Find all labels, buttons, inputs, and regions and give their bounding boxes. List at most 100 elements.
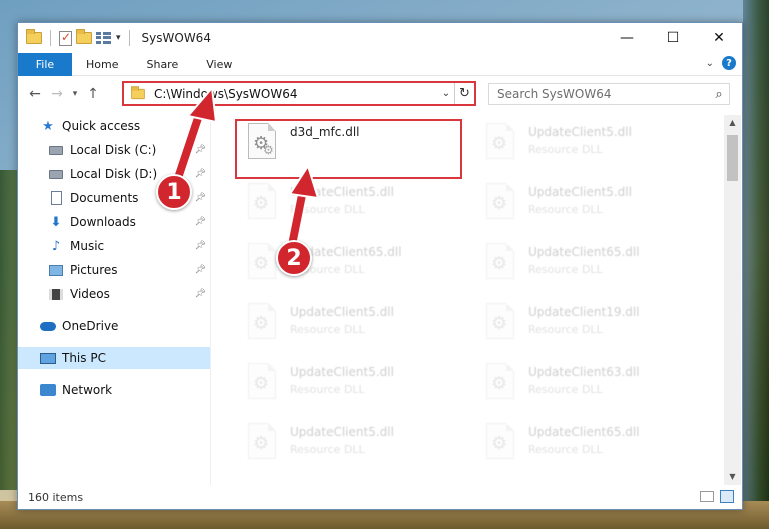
pin-icon[interactable]: 📌︎: [195, 289, 206, 299]
sidebar-item-label: Music: [70, 239, 105, 253]
window-title: SysWOW64: [141, 31, 211, 45]
search-placeholder: Search SysWOW64: [497, 87, 612, 101]
customize-toolbar-chevron-icon[interactable]: ▾: [116, 33, 121, 43]
file-name: UpdateClient63.dll: [528, 365, 640, 379]
sidebar-item-label: Quick access: [62, 119, 141, 133]
sidebar-item-label: Local Disk (C:): [70, 143, 157, 157]
minimize-button[interactable]: —: [604, 23, 650, 53]
search-icon[interactable]: ⌕: [709, 87, 729, 102]
file-name: UpdateClient19.dll: [528, 305, 640, 319]
list-item[interactable]: ⚙ UpdateClient65.dll Resource DLL: [476, 419, 706, 471]
tab-view[interactable]: View: [192, 53, 246, 76]
sidebar-item-pictures[interactable]: Pictures 📌︎: [48, 259, 210, 281]
properties-icon[interactable]: [59, 30, 72, 46]
file-type: Resource DLL: [528, 263, 603, 276]
dll-file-icon: ⚙: [244, 303, 280, 347]
search-input[interactable]: Search SysWOW64 ⌕: [488, 83, 730, 105]
new-folder-icon[interactable]: [76, 29, 92, 44]
file-type: Resource DLL: [290, 383, 365, 396]
navigation-bar: ← → ▾ ↑ C:\Windows\SysWOW64 ⌄ ↻ Search S…: [18, 76, 742, 112]
scroll-thumb[interactable]: [727, 135, 738, 181]
recent-locations-chevron-icon[interactable]: ▾: [68, 89, 82, 99]
up-arrow-icon[interactable]: ↑: [82, 86, 104, 102]
divider: [128, 30, 130, 46]
sidebar-item-this-pc[interactable]: This PC: [18, 347, 210, 369]
sidebar-item-label: Pictures: [70, 263, 118, 277]
list-item[interactable]: ⚙ UpdateClient5.dll Resource DLL: [476, 179, 706, 231]
status-bar: 160 items: [18, 485, 742, 509]
pin-icon[interactable]: 📌︎: [195, 241, 206, 251]
file-highlight-box: [235, 119, 462, 179]
sidebar-item-videos[interactable]: Videos 📌︎: [48, 283, 210, 305]
sidebar-item-downloads[interactable]: ⬇ Downloads 📌︎: [48, 211, 210, 233]
explorer-window: ▾ SysWOW64 — ☐ ✕ File Home Share View ⌄ …: [17, 22, 743, 510]
quick-access-toolbar: ▾: [18, 29, 134, 46]
scroll-up-arrow-icon[interactable]: ▲: [724, 115, 741, 131]
address-dropdown-chevron-icon[interactable]: ⌄: [438, 88, 454, 99]
file-type: Resource DLL: [528, 143, 603, 156]
sidebar-item-network[interactable]: Network: [40, 379, 230, 401]
background-palm-left: [0, 170, 18, 490]
list-item[interactable]: ⚙ UpdateClient65.dll Resource DLL: [476, 239, 706, 291]
address-bar[interactable]: C:\Windows\SysWOW64 ⌄ ↻: [122, 81, 476, 106]
forward-arrow-icon[interactable]: →: [46, 86, 68, 102]
sidebar-item-onedrive[interactable]: OneDrive: [40, 315, 230, 337]
back-arrow-icon[interactable]: ←: [24, 86, 46, 102]
pin-icon[interactable]: 📌︎: [195, 217, 206, 227]
background-palm-right: [743, 0, 769, 529]
pin-icon[interactable]: 📌︎: [195, 145, 206, 155]
sidebar-item-local-disk-c[interactable]: Local Disk (C:) 📌︎: [48, 139, 210, 161]
dll-file-icon: ⚙: [244, 243, 280, 287]
list-item[interactable]: ⚙ UpdateClient5.dll Resource DLL: [238, 419, 468, 471]
file-type: Resource DLL: [290, 323, 365, 336]
refresh-icon[interactable]: ↻: [454, 83, 474, 104]
file-name: UpdateClient5.dll: [290, 425, 394, 439]
pin-icon[interactable]: 📌︎: [195, 193, 206, 203]
ribbon-tabs: File Home Share View ⌄ ?: [18, 52, 742, 76]
expand-ribbon-chevron-icon[interactable]: ⌄: [706, 58, 714, 69]
list-item[interactable]: ⚙ UpdateClient63.dll Resource DLL: [476, 359, 706, 411]
dll-file-icon: ⚙: [482, 363, 518, 407]
sidebar-item-label: OneDrive: [62, 319, 119, 333]
list-item[interactable]: ⚙ UpdateClient5.dll Resource DLL: [476, 119, 706, 171]
tab-file[interactable]: File: [18, 52, 72, 76]
tab-home[interactable]: Home: [72, 53, 132, 76]
file-type: Resource DLL: [290, 203, 365, 216]
sidebar-item-music[interactable]: ♪ Music 📌︎: [48, 235, 210, 257]
computer-icon: [40, 351, 56, 365]
vertical-scrollbar[interactable]: ▲ ▼: [724, 115, 741, 485]
file-name: UpdateClient65.dll: [528, 245, 640, 259]
details-view-icon[interactable]: [700, 491, 714, 502]
pin-icon[interactable]: 📌︎: [195, 265, 206, 275]
folder-icon: [131, 85, 145, 99]
cloud-icon: [40, 319, 56, 333]
scroll-down-arrow-icon[interactable]: ▼: [724, 469, 741, 485]
dll-file-icon: ⚙: [244, 423, 280, 467]
tab-share[interactable]: Share: [132, 53, 192, 76]
download-icon: ⬇: [50, 214, 62, 230]
file-name: UpdateClient65.dll: [528, 425, 640, 439]
sidebar-item-quick-access[interactable]: ★ Quick access: [40, 115, 230, 137]
disk-icon: [48, 143, 64, 157]
step-1-badge: 1: [156, 174, 192, 210]
dll-file-icon: ⚙: [244, 363, 280, 407]
list-item[interactable]: ⚙ UpdateClient5.dll Resource DLL: [238, 179, 468, 231]
video-icon: [48, 287, 64, 301]
close-button[interactable]: ✕: [696, 23, 742, 53]
list-item[interactable]: ⚙ UpdateClient5.dll Resource DLL: [238, 359, 468, 411]
ribbon-right-controls: ⌄ ?: [706, 56, 736, 70]
list-item[interactable]: ⚙ UpdateClient19.dll Resource DLL: [476, 299, 706, 351]
address-path[interactable]: C:\Windows\SysWOW64: [154, 87, 438, 101]
large-icons-view-icon[interactable]: [720, 490, 734, 503]
help-icon[interactable]: ?: [722, 56, 736, 70]
maximize-button[interactable]: ☐: [650, 23, 696, 53]
views-icon[interactable]: [96, 31, 112, 45]
list-item[interactable]: ⚙ UpdateClient65.dll Resource DLL: [238, 239, 468, 291]
file-name: UpdateClient5.dll: [290, 185, 394, 199]
list-item[interactable]: ⚙ UpdateClient5.dll Resource DLL: [238, 299, 468, 351]
sidebar-item-label: Network: [62, 383, 113, 397]
disk-icon: [48, 167, 64, 181]
pin-icon[interactable]: 📌︎: [195, 169, 206, 179]
sidebar-item-label: Documents: [70, 191, 139, 205]
window-controls: — ☐ ✕: [604, 23, 742, 53]
